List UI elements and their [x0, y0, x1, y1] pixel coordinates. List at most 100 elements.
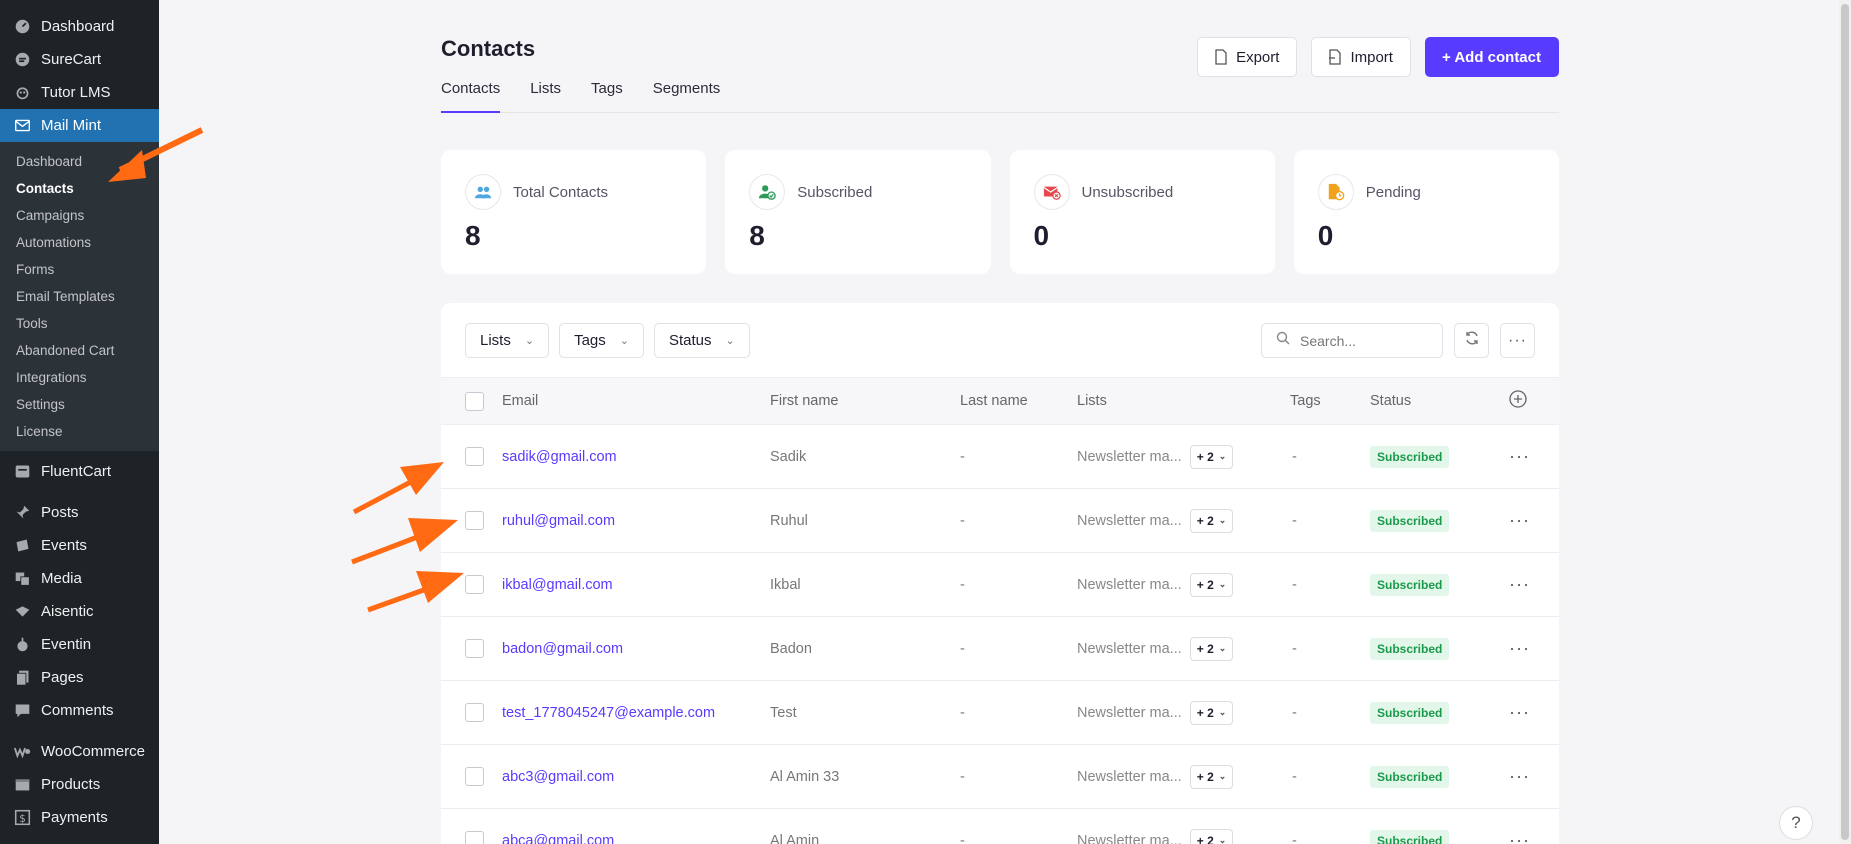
contact-email-link[interactable]: badon@gmail.com	[502, 617, 623, 680]
table-header: Email First name Last name Lists Tags St…	[441, 377, 1559, 425]
tab-contacts[interactable]: Contacts	[441, 80, 501, 113]
sidebar-item-aisentic[interactable]: Aisentic	[0, 595, 159, 628]
contact-email-link[interactable]: ruhul@gmail.com	[502, 489, 615, 552]
row-actions-button[interactable]: ···	[1509, 638, 1530, 659]
export-label: Export	[1236, 48, 1280, 66]
refresh-button[interactable]	[1454, 323, 1489, 358]
scrollbar[interactable]	[1839, 0, 1851, 844]
svg-text:$: $	[19, 814, 25, 825]
more-lists-button[interactable]: + 2 ⌄	[1189, 764, 1234, 789]
tab-lists[interactable]: Lists	[530, 80, 561, 113]
more-lists-count: + 2	[1196, 705, 1214, 720]
sidebar-item-eventin[interactable]: Eventin	[0, 628, 159, 661]
contact-lists: Newsletter ma...	[1077, 640, 1182, 657]
submenu-item-settings[interactable]: Settings	[0, 391, 159, 418]
table-tools: ···	[1261, 323, 1535, 358]
more-lists-button[interactable]: + 2 ⌄	[1189, 828, 1234, 844]
sidebar-item-products[interactable]: Products	[0, 768, 159, 801]
filter-label: Tags	[574, 332, 606, 349]
contact-first-name: Badon	[770, 640, 812, 657]
more-lists-count: + 2	[1196, 641, 1214, 656]
col-lists: Lists	[1077, 393, 1107, 409]
stat-value: 8	[749, 220, 765, 251]
more-lists-button[interactable]: + 2 ⌄	[1189, 572, 1234, 597]
row-checkbox[interactable]	[465, 447, 484, 466]
status-filter[interactable]: Status ⌄	[653, 323, 750, 358]
tab-tags[interactable]: Tags	[591, 80, 623, 113]
contact-first-name: Ruhul	[770, 512, 808, 529]
submenu-item-forms[interactable]: Forms	[0, 256, 159, 283]
scrollbar-thumb[interactable]	[1841, 4, 1849, 840]
more-lists-button[interactable]: + 2 ⌄	[1189, 508, 1234, 533]
row-actions-button[interactable]: ···	[1509, 574, 1530, 595]
stat-card-unsubscribed: Unsubscribed 0	[1009, 150, 1275, 274]
more-options-button[interactable]: ···	[1500, 323, 1535, 358]
stat-card-subscribed: Subscribed 8	[725, 150, 991, 274]
more-lists-button[interactable]: + 2 ⌄	[1189, 444, 1234, 469]
contact-email-link[interactable]: abca@gmail.com	[502, 809, 614, 844]
sidebar-item-posts[interactable]: Posts	[0, 496, 159, 529]
contact-email-link[interactable]: sadik@gmail.com	[502, 425, 617, 488]
more-lists-count: + 2	[1196, 513, 1214, 528]
more-horizontal-icon: ···	[1508, 331, 1527, 349]
contact-lists: Newsletter ma...	[1077, 704, 1182, 721]
contact-first-name: Al Amin	[770, 832, 820, 844]
refresh-icon	[1464, 330, 1480, 351]
help-button[interactable]: ?	[1779, 806, 1813, 840]
payments-icon: $	[13, 809, 31, 827]
more-lists-count: + 2	[1196, 577, 1214, 592]
add-contact-button[interactable]: + Add contact	[1424, 37, 1559, 77]
search-icon	[1276, 331, 1290, 350]
sidebar-item-label: Pages	[41, 669, 84, 686]
row-checkbox[interactable]	[465, 831, 484, 844]
annotation-arrow-contacts	[108, 127, 204, 182]
sidebar-item-fluentcart[interactable]: FluentCart	[0, 455, 159, 488]
row-actions-button[interactable]: ···	[1509, 766, 1530, 787]
sidebar-item-surecart[interactable]: SureCart	[0, 43, 159, 76]
submenu-item-integrations[interactable]: Integrations	[0, 364, 159, 391]
sidebar-item-tutor-lms[interactable]: Tutor LMS	[0, 76, 159, 109]
submenu-item-email-templates[interactable]: Email Templates	[0, 283, 159, 310]
sidebar-item-dashboard[interactable]: Dashboard	[0, 10, 159, 43]
row-checkbox[interactable]	[465, 639, 484, 658]
more-lists-button[interactable]: + 2 ⌄	[1189, 700, 1234, 725]
contact-email-link[interactable]: ikbal@gmail.com	[502, 553, 613, 616]
submenu-item-license[interactable]: License	[0, 418, 159, 445]
stats-row: Total Contacts 8 Subscribed 8 Unsubscrib…	[441, 150, 1559, 274]
submenu-item-abandoned-cart[interactable]: Abandoned Cart	[0, 337, 159, 364]
sidebar-item-pages[interactable]: Pages	[0, 661, 159, 694]
row-actions-button[interactable]: ···	[1509, 830, 1530, 844]
lists-filter[interactable]: Lists ⌄	[465, 323, 550, 358]
annotation-arrow-row3	[367, 571, 464, 613]
row-actions-button[interactable]: ···	[1509, 510, 1530, 531]
sidebar-item-label: Posts	[41, 504, 79, 521]
add-column-button[interactable]	[1509, 378, 1527, 424]
submenu-item-automations[interactable]: Automations	[0, 229, 159, 256]
sidebar-item-media[interactable]: Media	[0, 562, 159, 595]
row-actions-button[interactable]: ···	[1509, 702, 1530, 723]
products-icon	[13, 776, 31, 794]
search-input[interactable]	[1300, 332, 1430, 349]
row-checkbox[interactable]	[465, 703, 484, 722]
import-button[interactable]: Import	[1311, 37, 1411, 77]
contact-email-link[interactable]: abc3@gmail.com	[502, 745, 614, 808]
fluentcart-icon	[13, 463, 31, 481]
contact-email-link[interactable]: test_1778045247@example.com	[502, 681, 715, 744]
contact-last-name: -	[960, 640, 965, 657]
sidebar-item-comments[interactable]: Comments	[0, 694, 159, 727]
more-lists-button[interactable]: + 2 ⌄	[1189, 636, 1234, 661]
sidebar-item-payments[interactable]: $ Payments	[0, 801, 159, 834]
submenu-item-tools[interactable]: Tools	[0, 310, 159, 337]
status-badge: Subscribed	[1370, 701, 1450, 724]
submenu-item-campaigns[interactable]: Campaigns	[0, 202, 159, 229]
select-all-checkbox[interactable]	[465, 391, 484, 411]
tab-segments[interactable]: Segments	[653, 80, 721, 113]
pages-icon	[13, 669, 31, 687]
tags-filter[interactable]: Tags ⌄	[559, 323, 644, 358]
row-checkbox[interactable]	[465, 767, 484, 786]
sidebar-item-woocommerce[interactable]: WooCommerce	[0, 735, 159, 768]
export-button[interactable]: Export	[1197, 37, 1298, 77]
sidebar-item-events[interactable]: Events	[0, 529, 159, 562]
row-actions-button[interactable]: ···	[1509, 446, 1530, 467]
row-checkbox[interactable]	[465, 511, 484, 530]
